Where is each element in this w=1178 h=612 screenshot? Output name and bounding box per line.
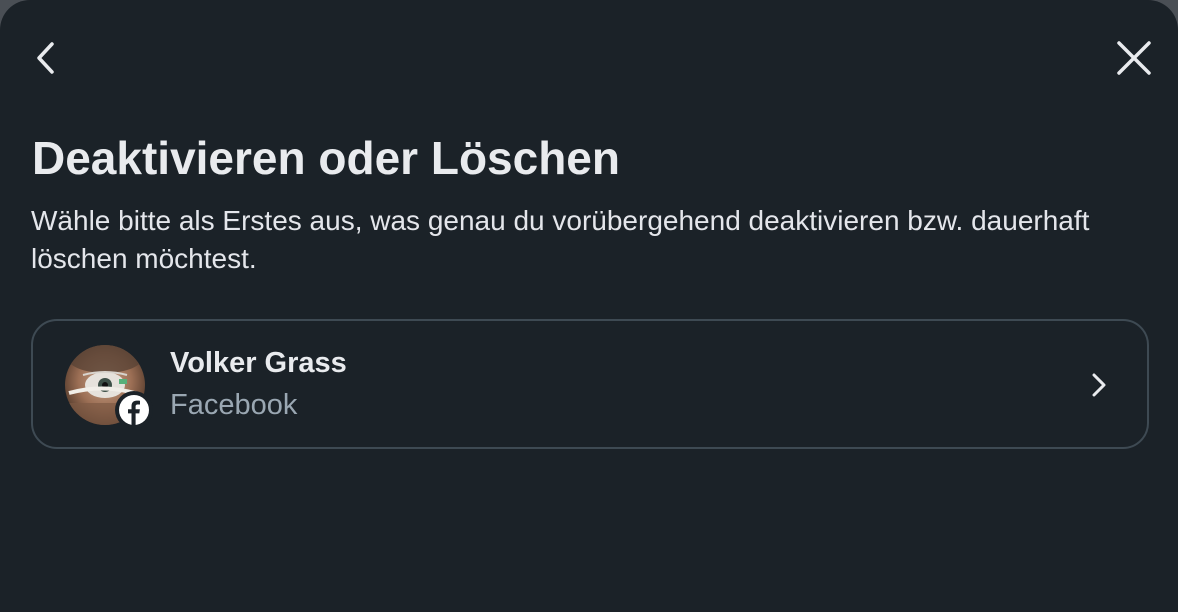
back-button[interactable]: [22, 34, 70, 82]
page-description: Wähle bitte als Erstes aus, was genau du…: [31, 205, 1090, 274]
account-card[interactable]: Volker Grass Facebook: [31, 319, 1149, 449]
account-name: Volker Grass: [170, 347, 347, 379]
chevron-right-icon: [1087, 369, 1111, 401]
chevron-left-icon: [37, 42, 54, 74]
facebook-icon: [119, 395, 149, 425]
facebook-badge: [115, 391, 153, 429]
deactivate-delete-dialog: Deaktivieren oder Löschen Wähle bitte al…: [0, 0, 1178, 612]
close-button[interactable]: [1110, 34, 1158, 82]
account-platform: Facebook: [170, 389, 298, 421]
close-icon: [1117, 41, 1151, 75]
page-title: Deaktivieren oder Löschen: [32, 132, 620, 184]
avatar: [65, 345, 153, 429]
